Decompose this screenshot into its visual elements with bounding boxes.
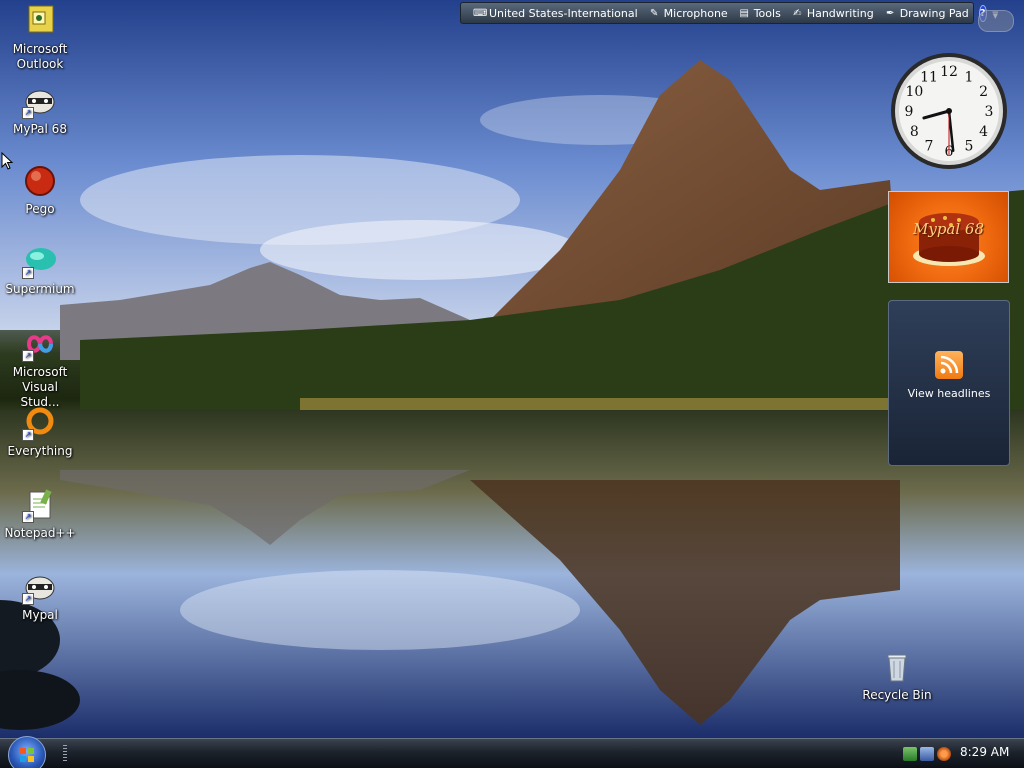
icon-label-line1: Microsoft [12, 42, 68, 56]
desktop-icon-mypal68[interactable]: ↗ MyPal 68 [1, 84, 79, 137]
handwriting-icon: ✍ [793, 7, 802, 19]
search-icon[interactable] [937, 747, 951, 761]
clock-gadget[interactable]: 12 1 2 3 4 5 6 7 8 9 10 11 [888, 50, 1010, 172]
clock-numeral: 4 [979, 124, 988, 140]
drawing-pad-icon: ✒ [885, 7, 895, 19]
clock-numeral: 1 [965, 69, 974, 85]
microphone-label: Microphone [663, 6, 728, 20]
feed-headlines-gadget[interactable]: View headlines [888, 300, 1010, 466]
desktop-icon-visual-studio[interactable]: ↗ Microsoft Visual Stud... [1, 327, 79, 410]
shortcut-arrow-icon: ↗ [22, 350, 34, 362]
notepadpp-icon: ↗ [22, 488, 57, 523]
taskbar-clock[interactable]: 8:29 AM [960, 745, 1009, 759]
recycle-bin-icon [880, 650, 914, 684]
clock-numeral: 8 [910, 124, 919, 140]
clock-numeral: 9 [905, 104, 914, 120]
icon-label-line1: Recycle Bin [862, 688, 932, 702]
desktop-icon-supermium[interactable]: ↗ Supermium [1, 244, 79, 297]
wallpaper [0, 0, 1024, 738]
speaker-icon[interactable] [920, 747, 934, 761]
taskbar[interactable]: 8:29 AM [0, 736, 1024, 768]
desktop-icon-everything[interactable]: ↗ Everything [1, 406, 79, 459]
network-icon[interactable] [903, 747, 917, 761]
shortcut-arrow-icon: ↗ [22, 267, 34, 279]
shortcut-arrow-icon: ↗ [22, 593, 34, 605]
icon-label-line1: Everything [7, 444, 73, 458]
tools-icon: ▤ [739, 7, 749, 19]
pego-icon [23, 164, 57, 198]
shortcut-arrow-icon: ↗ [22, 107, 34, 119]
shortcut-arrow-icon: ↗ [22, 429, 34, 441]
view-headlines-link[interactable]: View headlines [889, 387, 1009, 400]
drawing-pad-button[interactable]: ✒ Drawing Pad [884, 7, 969, 20]
clock-numeral: 7 [925, 139, 934, 155]
rss-icon [935, 351, 963, 379]
supermium-icon: ↗ [22, 244, 57, 279]
icon-label-line1: Mypal [22, 608, 58, 622]
desktop-icon-recycle-bin[interactable]: Recycle Bin [858, 650, 936, 703]
slideshow-gadget[interactable]: Mypal 68 [888, 191, 1009, 283]
language-bar[interactable]: ⌨ United States-International ✎ Micropho… [460, 2, 998, 24]
icon-label-line1: Microsoft [12, 365, 68, 379]
taskbar-grip[interactable] [63, 745, 67, 763]
tools-label: Tools [753, 6, 781, 20]
everything-icon: ↗ [22, 406, 57, 441]
clock-numeral: 11 [920, 69, 938, 85]
tools-button[interactable]: ▤ Tools [738, 6, 781, 20]
keyboard-layout-label: United States-International [489, 6, 638, 20]
clock-face: 12 1234567891011 [891, 53, 1007, 169]
handwriting-label: Handwriting [806, 6, 874, 20]
sidebar-control[interactable] [978, 10, 1014, 32]
visual-studio-icon: ↗ [22, 327, 57, 362]
windows-start-icon [20, 748, 34, 762]
keyboard-icon: ⌨ [473, 7, 488, 19]
outlook-icon [23, 4, 57, 38]
icon-label-line2: Outlook [16, 57, 64, 71]
handwriting-button[interactable]: ✍ Handwriting [791, 7, 874, 20]
microphone-button[interactable]: ✎ Microphone [648, 7, 728, 20]
clock-numeral: 10 [905, 84, 923, 100]
desktop-icon-mypal[interactable]: ↗ Mypal [1, 570, 79, 623]
system-tray[interactable] [903, 743, 951, 765]
mypal-icon: ↗ [22, 84, 57, 119]
icon-label-line1: Pego [25, 202, 55, 216]
clock-numeral: 2 [979, 84, 988, 100]
microphone-icon: ✎ [649, 7, 659, 19]
desktop[interactable]: ⌨ United States-International ✎ Micropho… [0, 0, 1024, 738]
mouse-cursor-icon [1, 152, 14, 170]
drawing-pad-label: Drawing Pad [899, 6, 969, 20]
icon-label-line1: Supermium [5, 282, 75, 296]
keyboard-layout-button[interactable]: ⌨ United States-International [473, 7, 638, 20]
start-button[interactable] [8, 736, 46, 768]
mypal-icon: ↗ [22, 570, 57, 605]
clock-numeral: 3 [985, 104, 994, 120]
slideshow-caption: Mypal 68 [912, 220, 985, 238]
desktop-icon-outlook[interactable]: Microsoft Outlook [1, 4, 79, 72]
shortcut-arrow-icon: ↗ [22, 511, 34, 523]
icon-label-line1: MyPal 68 [13, 122, 67, 136]
clock-numeral: 5 [965, 139, 974, 155]
clock-numeral: 12 [940, 64, 958, 80]
icon-label-line1: Notepad++ [4, 526, 76, 540]
desktop-icon-notepadpp[interactable]: ↗ Notepad++ [1, 488, 79, 541]
